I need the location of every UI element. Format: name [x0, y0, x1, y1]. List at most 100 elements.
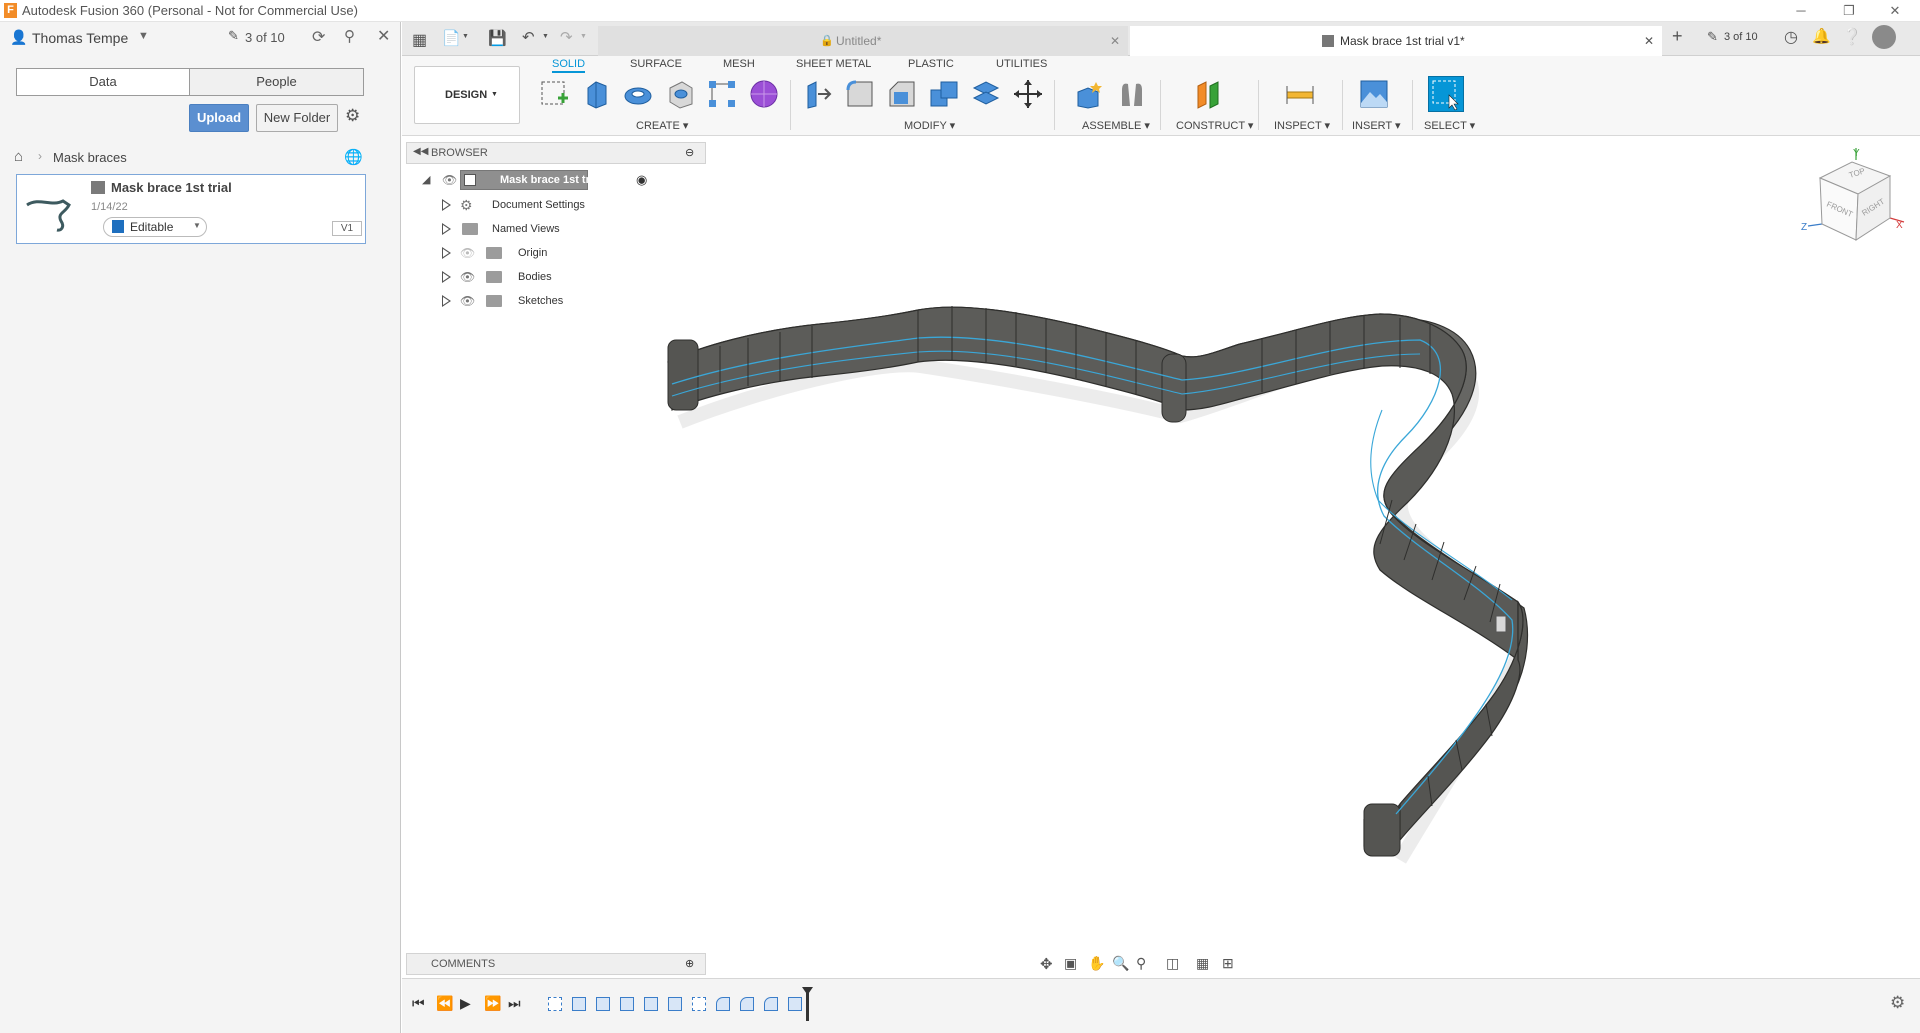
marker-handle-icon[interactable]: [802, 987, 813, 995]
expand-arrow-icon[interactable]: [442, 247, 451, 259]
timeline-sketch-icon[interactable]: [692, 997, 706, 1011]
select-tool-button[interactable]: [1428, 76, 1464, 112]
zoom-icon[interactable]: 🔍: [1112, 955, 1129, 972]
workspace-switcher[interactable]: DESIGN ▼: [414, 66, 520, 124]
tab-people[interactable]: People: [189, 68, 364, 96]
expand-arrow-icon[interactable]: [442, 295, 451, 307]
tree-origin[interactable]: 👁 Origin: [436, 243, 596, 263]
search-icon[interactable]: ⚲: [344, 27, 355, 45]
tab-untitled[interactable]: 🔒 Untitled* ✕: [598, 26, 1128, 56]
file-menu-icon[interactable]: 📄: [442, 29, 461, 47]
construct-menu[interactable]: CONSTRUCT ▾: [1176, 119, 1253, 132]
go-to-start-icon[interactable]: ⏮: [412, 995, 425, 1012]
fillet-icon[interactable]: [844, 78, 876, 110]
file-name[interactable]: Mask brace 1st trial: [111, 180, 232, 195]
3d-viewport[interactable]: [402, 136, 1920, 978]
chevron-down-icon[interactable]: ▼: [138, 30, 149, 42]
timeline-extrude-icon[interactable]: [620, 997, 634, 1011]
browser-panel-header[interactable]: ◀◀ BROWSER ⊖: [406, 142, 706, 164]
restore-button[interactable]: ❐: [1834, 2, 1864, 20]
activate-radio-icon[interactable]: ◉: [636, 170, 647, 190]
bell-icon[interactable]: 🔔: [1812, 27, 1831, 45]
revolve-icon[interactable]: [622, 78, 654, 110]
form-icon[interactable]: [748, 78, 780, 110]
select-menu[interactable]: SELECT ▾: [1424, 119, 1475, 132]
help-icon[interactable]: ❔: [1842, 27, 1862, 47]
timeline-extrude-icon[interactable]: [788, 997, 802, 1011]
user-name[interactable]: Thomas Tempe: [32, 30, 128, 46]
tab-mask-brace[interactable]: Mask brace 1st trial v1* ✕: [1130, 26, 1662, 56]
tab-plastic[interactable]: PLASTIC: [908, 58, 954, 70]
chevron-down-icon[interactable]: ▼: [542, 33, 549, 40]
offset-plane-icon[interactable]: [1192, 78, 1224, 110]
undo-icon[interactable]: ↶: [522, 28, 535, 46]
split-body-icon[interactable]: [970, 78, 1002, 110]
joint-icon[interactable]: [1116, 78, 1148, 110]
inspect-menu[interactable]: INSPECT ▾: [1274, 119, 1330, 132]
tab-sheet-metal[interactable]: SHEET METAL: [796, 58, 871, 70]
move-icon[interactable]: [1012, 78, 1044, 110]
add-comment-icon[interactable]: ⊕: [685, 957, 694, 970]
new-tab-icon[interactable]: +: [1672, 26, 1683, 47]
tab-surface[interactable]: SURFACE: [630, 58, 682, 70]
comments-panel[interactable]: COMMENTS ⊕: [406, 953, 706, 975]
editable-dropdown[interactable]: Editable ▼: [103, 217, 207, 237]
timeline-extrude-icon[interactable]: [668, 997, 682, 1011]
press-pull-icon[interactable]: [802, 78, 834, 110]
assemble-menu[interactable]: ASSEMBLE ▾: [1082, 119, 1150, 132]
quota-label[interactable]: 3 of 10: [245, 30, 285, 45]
extrude-icon[interactable]: [580, 78, 612, 110]
chamfer-icon[interactable]: [886, 78, 918, 110]
measure-icon[interactable]: [1284, 78, 1316, 110]
timeline-fillet-icon[interactable]: [740, 997, 754, 1011]
expanded-arrow-icon[interactable]: ◢: [422, 170, 430, 190]
timeline-marker[interactable]: [806, 991, 809, 1021]
timeline-extrude-icon[interactable]: [572, 997, 586, 1011]
gear-icon[interactable]: ⚙: [345, 106, 360, 126]
version-badge[interactable]: V1: [332, 221, 362, 236]
tree-root[interactable]: ◢ 👁 Mask brace 1st trial v1 ◉: [418, 170, 668, 190]
insert-image-icon[interactable]: [1358, 78, 1390, 110]
redo-icon[interactable]: ↷: [560, 28, 573, 46]
orbit-icon[interactable]: ✥: [1040, 955, 1053, 973]
eye-icon[interactable]: 👁: [460, 267, 475, 287]
insert-menu[interactable]: INSERT ▾: [1352, 119, 1401, 132]
tree-bodies[interactable]: 👁 Bodies: [436, 267, 596, 287]
close-panel-icon[interactable]: ✕: [377, 26, 390, 46]
tab-utilities[interactable]: UTILITIES: [996, 58, 1047, 70]
combine-icon[interactable]: [928, 78, 960, 110]
file-card[interactable]: Mask brace 1st trial 1/14/22 Editable ▼ …: [16, 174, 366, 244]
breadcrumb[interactable]: Mask braces: [53, 150, 127, 165]
fit-icon[interactable]: ⚲: [1136, 955, 1146, 972]
timeline-extrude-icon[interactable]: [596, 997, 610, 1011]
mask-brace-body[interactable]: [402, 136, 1920, 978]
pattern-icon[interactable]: [706, 78, 738, 110]
save-icon[interactable]: 💾: [488, 29, 507, 47]
timeline-fillet-icon[interactable]: [764, 997, 778, 1011]
create-sketch-icon[interactable]: [538, 78, 570, 110]
expand-arrow-icon[interactable]: [442, 199, 451, 211]
display-settings-icon[interactable]: ◫: [1166, 955, 1179, 972]
play-icon[interactable]: ▶: [460, 995, 471, 1012]
chevron-down-icon[interactable]: ▼: [580, 33, 587, 40]
tab-solid[interactable]: SOLID: [552, 58, 586, 73]
close-tab-icon[interactable]: ✕: [1110, 26, 1120, 56]
expand-arrow-icon[interactable]: [442, 223, 451, 235]
home-icon[interactable]: ⌂: [14, 148, 23, 165]
grid-settings-icon[interactable]: ▦: [1196, 955, 1209, 972]
tab-data[interactable]: Data: [16, 68, 190, 96]
step-back-icon[interactable]: ⏪: [436, 995, 453, 1012]
eye-icon[interactable]: 👁: [442, 170, 457, 190]
timeline-extrude-icon[interactable]: [644, 997, 658, 1011]
avatar[interactable]: [1872, 25, 1896, 49]
step-forward-icon[interactable]: ⏩: [484, 995, 501, 1012]
refresh-icon[interactable]: ⟳: [312, 27, 325, 47]
view-cube[interactable]: TOP FRONT RIGHT Y Z X: [1800, 144, 1910, 254]
chevron-down-icon[interactable]: ▼: [462, 33, 469, 40]
create-menu[interactable]: CREATE ▾: [636, 119, 688, 132]
minimize-panel-icon[interactable]: ⊖: [685, 146, 694, 159]
grid-icon[interactable]: ▦: [412, 30, 427, 50]
tree-document-settings[interactable]: ⚙ Document Settings: [436, 195, 596, 215]
collapse-icon[interactable]: ◀◀: [413, 146, 428, 157]
expand-arrow-icon[interactable]: [442, 271, 451, 283]
